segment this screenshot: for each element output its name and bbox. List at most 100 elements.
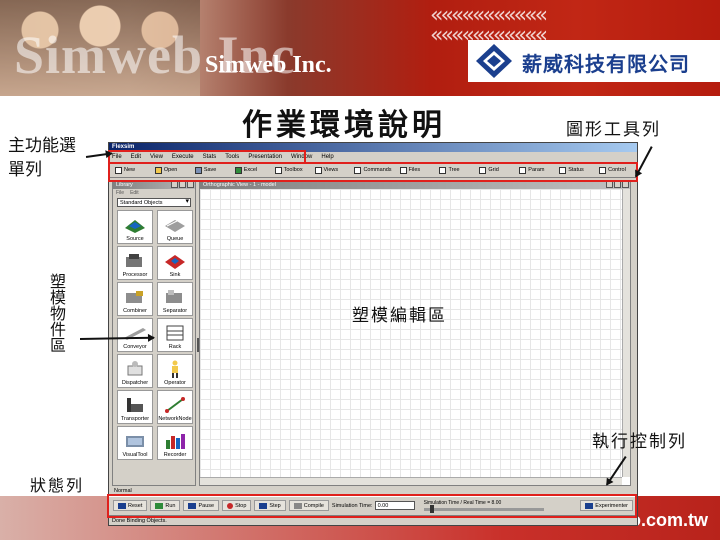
stop-button[interactable]: Stop bbox=[222, 500, 252, 511]
menu-view[interactable]: View bbox=[150, 152, 163, 162]
toolbar-param-button[interactable]: Param bbox=[516, 164, 554, 176]
library-item-visualtool[interactable]: VisualTool bbox=[117, 426, 153, 460]
toolbar-save-button[interactable]: Save bbox=[192, 164, 230, 176]
toolbar-label: Excel bbox=[243, 167, 258, 173]
experimenter-button[interactable]: Experimenter bbox=[580, 500, 633, 511]
pause-button[interactable]: Pause bbox=[183, 500, 220, 511]
company-name: 薪威科技有限公司 bbox=[522, 52, 690, 76]
library-item-label: Queue bbox=[166, 236, 184, 242]
model-grid[interactable] bbox=[200, 189, 622, 477]
step-button[interactable]: Step bbox=[254, 500, 286, 511]
library-item-label: Dispatcher bbox=[121, 380, 149, 386]
slide-title: 作業環境說明 bbox=[242, 108, 446, 143]
footer-url: o.com.tw bbox=[630, 510, 709, 530]
compile-button[interactable]: Compile bbox=[288, 500, 329, 511]
horizontal-scrollbar[interactable] bbox=[200, 477, 622, 485]
company-logo-icon bbox=[476, 44, 512, 78]
library-item-processor[interactable]: Processor bbox=[117, 246, 153, 280]
minimize-button[interactable] bbox=[171, 181, 178, 188]
ortho-title-bar: Orthographic View - 1 - model bbox=[200, 181, 630, 189]
toolbar-control-button[interactable]: Control bbox=[596, 164, 634, 176]
new-icon bbox=[115, 166, 122, 174]
stop-label: Stop bbox=[235, 502, 247, 509]
toolbar-label: Open bbox=[163, 167, 178, 173]
window-controls bbox=[606, 181, 629, 188]
recorder-icon bbox=[166, 434, 185, 449]
library-item-dispatcher[interactable]: Dispatcher bbox=[117, 354, 153, 388]
callout-model-objects: 塑模物件區 bbox=[50, 272, 67, 355]
library-menu-file[interactable]: File bbox=[116, 189, 124, 197]
toolbar-files-button[interactable]: Files bbox=[397, 164, 435, 176]
main-menu-bar: File Edit View Execute Stats Tools Prese… bbox=[109, 152, 637, 162]
library-item-source[interactable]: Source bbox=[117, 210, 153, 244]
view-mode-label: Normal bbox=[112, 487, 634, 495]
library-item-recorder[interactable]: Recorder bbox=[157, 426, 193, 460]
library-item-sink[interactable]: Sink bbox=[157, 246, 193, 280]
graphic-toolbar: New Open Save Excel Toolbox Views Comman… bbox=[109, 162, 637, 178]
toolbar-tree-button[interactable]: Tree bbox=[436, 164, 474, 176]
toolbar-grid-button[interactable]: Grid bbox=[476, 164, 514, 176]
menu-edit[interactable]: Edit bbox=[131, 152, 141, 162]
run-speed-slider[interactable] bbox=[423, 505, 544, 513]
toolbar-label: Status bbox=[568, 167, 584, 173]
close-button[interactable] bbox=[622, 181, 629, 188]
library-item-combiner[interactable]: Combiner bbox=[117, 282, 153, 316]
pause-label: Pause bbox=[198, 502, 215, 509]
toolbar-label: Save bbox=[203, 167, 217, 173]
model-editor-view[interactable]: Orthographic View - 1 - model bbox=[199, 180, 631, 486]
library-item-operator[interactable]: Operator bbox=[157, 354, 193, 388]
dispatcher-icon bbox=[127, 361, 143, 376]
menu-window[interactable]: Window bbox=[291, 152, 312, 162]
sim-time-field: 0.00 bbox=[374, 501, 415, 510]
library-item-transporter[interactable]: Transporter bbox=[117, 390, 153, 424]
reset-button[interactable]: Reset bbox=[113, 500, 148, 511]
maximize-button[interactable] bbox=[179, 181, 186, 188]
simulation-time: Simulation Time: 0.00 bbox=[332, 501, 415, 510]
library-item-label: Combiner bbox=[123, 308, 147, 314]
toolbar-new-button[interactable]: New bbox=[112, 164, 150, 176]
menu-stats[interactable]: Stats bbox=[203, 152, 217, 162]
library-item-label: Transporter bbox=[120, 416, 150, 422]
step-icon bbox=[259, 502, 268, 509]
minimize-button[interactable] bbox=[606, 181, 613, 188]
toolbar-views-button[interactable]: Views bbox=[312, 164, 350, 176]
toolbar-commands-button[interactable]: Commands bbox=[351, 164, 394, 176]
library-item-queue[interactable]: Queue bbox=[157, 210, 193, 244]
slider-thumb[interactable] bbox=[429, 505, 434, 513]
window-controls bbox=[171, 181, 194, 188]
toolbar-label: Grid bbox=[488, 167, 499, 173]
library-item-label: VisualTool bbox=[122, 452, 148, 458]
library-object-dropdown[interactable]: Standard Objects bbox=[117, 198, 191, 207]
toolbar-open-button[interactable]: Open bbox=[152, 164, 190, 176]
transporter-icon bbox=[127, 398, 143, 412]
conveyor-icon bbox=[124, 328, 146, 340]
arrow-to-menu bbox=[85, 152, 112, 158]
close-button[interactable] bbox=[187, 181, 194, 188]
toolbar-excel-button[interactable]: Excel bbox=[232, 164, 270, 176]
rack-icon bbox=[166, 325, 184, 341]
toolbox-icon bbox=[274, 166, 282, 174]
toolbar-label: Commands bbox=[363, 167, 392, 173]
library-item-label: Operator bbox=[164, 380, 186, 386]
run-button[interactable]: Run bbox=[150, 500, 181, 511]
sink-icon bbox=[165, 255, 185, 269]
run-label: Run bbox=[165, 502, 176, 509]
status-bar: Done Binding Objects. bbox=[109, 515, 637, 525]
library-item-separator[interactable]: Separator bbox=[157, 282, 193, 316]
menu-help[interactable]: Help bbox=[321, 152, 333, 162]
toolbar-toolbox-button[interactable]: Toolbox bbox=[272, 164, 310, 176]
window-title: Flexsim bbox=[109, 143, 637, 152]
callout-model-editor: 塑模編輯區 bbox=[352, 306, 447, 326]
maximize-button[interactable] bbox=[614, 181, 621, 188]
toolbar-label: New bbox=[124, 167, 136, 173]
toolbar-label: Toolbox bbox=[283, 167, 303, 173]
views-icon bbox=[314, 166, 322, 174]
library-menu-edit[interactable]: Edit bbox=[130, 189, 139, 197]
toolbar-status-button[interactable]: Status bbox=[556, 164, 594, 176]
menu-tools[interactable]: Tools bbox=[225, 152, 239, 162]
menu-presentation[interactable]: Presentation bbox=[248, 152, 282, 162]
library-item-rack[interactable]: Rack bbox=[157, 318, 193, 352]
grid-icon bbox=[479, 166, 487, 174]
library-item-networknode[interactable]: NetworkNode bbox=[157, 390, 193, 424]
menu-execute[interactable]: Execute bbox=[172, 152, 194, 162]
